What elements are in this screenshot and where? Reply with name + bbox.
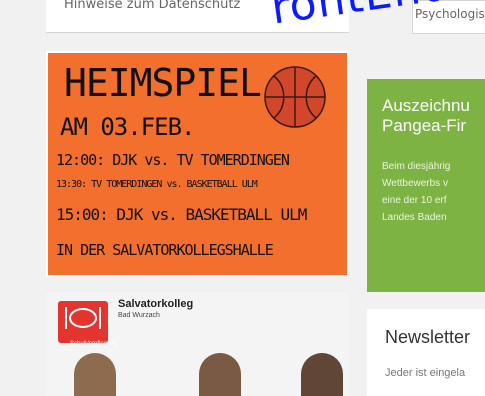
poster-game-3: 15:00: DJK vs. BASKETBALL ULM: [56, 205, 307, 224]
main-column: Hinweise zum Datenschutz HEIMSPIEL AM 03…: [46, 0, 349, 396]
newsletter-card[interactable]: Newsletter Jeder ist eingela: [367, 309, 485, 396]
newsletter-title: Newsletter: [385, 327, 471, 347]
poster-headline: HEIMSPIEL: [64, 61, 262, 105]
basketball-icon: [264, 66, 326, 128]
plate-icon: [65, 307, 101, 329]
poster-game-1: 12:00: DJK vs. TV TOMERDINGEN: [56, 151, 290, 169]
school-logo: SchulVerpflegung: [58, 301, 117, 347]
logo-caption: SchulVerpflegung: [70, 341, 118, 347]
poster-venue: IN DER SALVATORKOLLEGSHALLE: [56, 241, 274, 259]
school-name: Salvatorkolleg: [118, 298, 194, 310]
award-text-line: eine der 10 erf: [382, 195, 447, 206]
student-figure: [74, 353, 116, 396]
student-figure: [199, 353, 241, 396]
poster-game-2: 13:30: TV TOMERDINGEN vs. BASKETBALL ULM: [56, 179, 258, 190]
event-poster-image[interactable]: HEIMSPIEL AM 03.FEB. 12:00: DJK vs. TV T…: [46, 51, 349, 277]
privacy-link[interactable]: Hinweise zum Datenschutz: [64, 0, 240, 12]
poster-date: AM 03.FEB.: [60, 113, 195, 141]
award-title-line: Pangea-Fir: [382, 116, 467, 135]
student-figure: [301, 353, 343, 396]
school-location: Bad Wurzach: [118, 312, 160, 319]
sidebar: Psychologische Auszeichnu Pangea-Fir Bei…: [367, 0, 485, 396]
award-title-line: Auszeichnu: [382, 96, 470, 115]
award-text-line: Landes Baden: [382, 212, 447, 223]
award-text-line: Wettbewerbs v: [382, 178, 448, 189]
award-title: Auszeichnu Pangea-Fir: [382, 96, 485, 136]
award-text-line: Beim diesjährig: [382, 161, 451, 172]
award-text: Beim diesjährig Wettbewerbs v eine der 1…: [382, 158, 485, 226]
award-card[interactable]: Auszeichnu Pangea-Fir Beim diesjährig We…: [367, 79, 485, 292]
school-photo-image[interactable]: SchulVerpflegung Salvatorkolleg Bad Wurz…: [46, 293, 349, 396]
newsletter-text: Jeder ist eingela: [385, 367, 466, 379]
